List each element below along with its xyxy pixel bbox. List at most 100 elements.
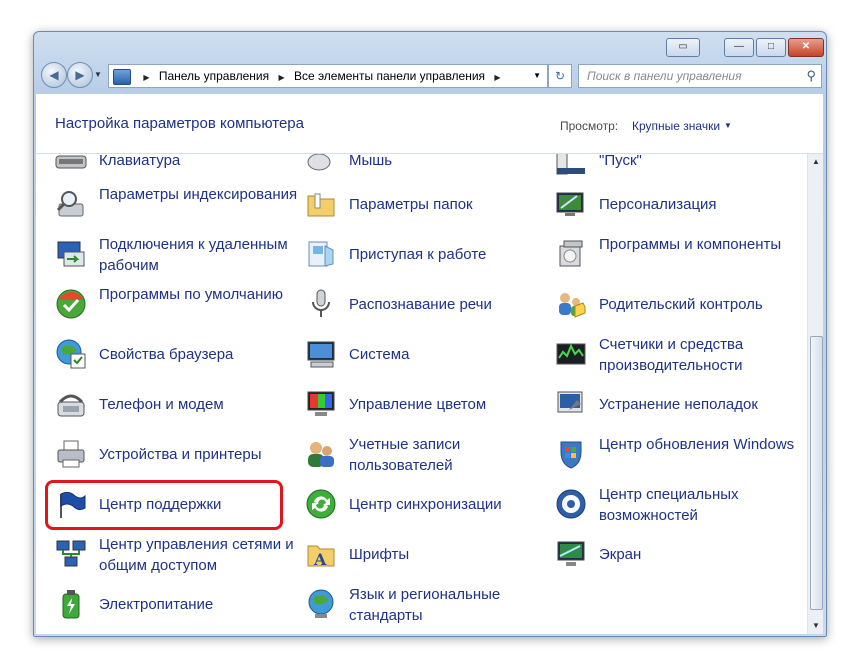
vertical-scrollbar[interactable]: ▲ ▼	[807, 154, 823, 634]
item-label: Персонализация	[599, 196, 717, 213]
system-icon	[307, 341, 335, 368]
internet-options-icon	[56, 339, 86, 369]
address-bar[interactable]: ▶ Панель управления ▶ Все элементы панел…	[108, 64, 548, 88]
programs-icon	[559, 240, 583, 267]
chevron-down-icon[interactable]: ▼	[724, 121, 732, 130]
page-title: Настройка параметров компьютера	[55, 115, 304, 132]
item-label: Счетчики и средства производительности	[599, 336, 744, 374]
item-getting-started[interactable]: Приступая к работе	[305, 232, 545, 278]
item-keyboard[interactable]: Клавиатура	[55, 154, 295, 184]
item-parental-controls[interactable]: Родительский контроль	[555, 282, 795, 328]
item-performance[interactable]: Счетчики и средства производительности	[555, 332, 795, 378]
item-label: Подключения к удаленным рабочим	[99, 236, 288, 274]
breadcrumb-all-items[interactable]: Все элементы панели управления	[294, 69, 485, 83]
item-programs-features[interactable]: Программы и компоненты	[555, 232, 795, 278]
item-sync-center[interactable]: Центр синхронизации	[305, 482, 545, 528]
folder-options-icon	[307, 193, 335, 217]
item-label: Клавиатура	[99, 154, 181, 169]
item-color-management[interactable]: Управление цветом	[305, 382, 545, 428]
item-label: Система	[349, 346, 410, 363]
item-windows-update[interactable]: Центр обновления Windows	[555, 432, 795, 478]
item-power-options[interactable]: Электропитание	[55, 582, 295, 628]
maximize-button[interactable]: □	[756, 38, 786, 57]
item-system[interactable]: Система	[305, 332, 545, 378]
view-mode-dropdown[interactable]: Крупные значки ▼	[632, 119, 732, 133]
recent-pages-dropdown[interactable]: ▼	[94, 70, 102, 79]
close-button[interactable]: ✕	[788, 38, 824, 57]
windows-update-icon	[560, 441, 582, 469]
highlight-annotation	[45, 480, 283, 530]
item-label: Устранение неполадок	[599, 396, 758, 413]
item-remote-desktop[interactable]: Подключения к удаленным рабочим	[55, 232, 295, 278]
view-mode-value[interactable]: Крупные значки	[632, 119, 720, 133]
item-default-programs[interactable]: Программы по умолчанию	[55, 282, 295, 328]
item-label: Родительский контроль	[599, 296, 763, 313]
item-label: Экран	[599, 546, 642, 563]
mouse-icon	[307, 154, 331, 171]
item-label: Параметры индексирования	[99, 186, 298, 203]
indexing-icon	[56, 191, 84, 217]
item-ease-of-access[interactable]: Центр специальных возможностей	[555, 482, 795, 528]
item-phone-modem[interactable]: Телефон и модем	[55, 382, 295, 428]
item-devices-printers[interactable]: Устройства и принтеры	[55, 432, 295, 478]
item-label: Центр синхронизации	[349, 496, 502, 513]
control-panel-window: ▭ — □ ✕ ◀ ▶ ▼ ▶ Панель управления ▶ Все …	[33, 31, 827, 637]
item-label: Центр обновления Windows	[599, 436, 795, 453]
item-speech-recognition[interactable]: Распознавание речи	[305, 282, 545, 328]
back-button[interactable]: ◀	[41, 62, 67, 88]
item-label: Параметры папок	[349, 196, 473, 213]
item-mouse[interactable]: Мышь	[305, 154, 545, 184]
breadcrumb-control-panel[interactable]: Панель управления	[159, 69, 269, 83]
user-accounts-icon	[308, 442, 334, 467]
item-folder-options[interactable]: Параметры папок	[305, 182, 545, 228]
performance-icon	[556, 343, 586, 365]
item-label: "Пуск"	[599, 154, 642, 169]
item-fonts[interactable]: A Шрифты	[305, 532, 545, 578]
scroll-thumb[interactable]	[810, 336, 823, 610]
control-panel-items: Клавиатура Мышь "Пуск" Параметры индекси…	[36, 154, 806, 634]
item-indexing-options[interactable]: Параметры индексирования	[55, 182, 297, 228]
scroll-down-button[interactable]: ▼	[808, 618, 823, 634]
item-troubleshooting[interactable]: Устранение неполадок	[555, 382, 795, 428]
personalization-icon	[556, 192, 584, 216]
region-language-icon	[308, 589, 334, 618]
minimize-button[interactable]: —	[724, 38, 754, 57]
item-network-center[interactable]: Центр управления сетями и общим доступом	[55, 532, 295, 578]
breadcrumb-separator[interactable]: ▶	[143, 73, 149, 82]
caption-extra-button[interactable]: ▭	[666, 38, 700, 57]
keyboard-icon	[55, 155, 87, 169]
breadcrumb-separator[interactable]: ▶	[494, 73, 500, 82]
breadcrumb-separator[interactable]: ▶	[278, 73, 284, 82]
item-display[interactable]: Экран	[555, 532, 795, 578]
default-programs-icon	[56, 289, 86, 319]
search-icon[interactable]: ⚲	[806, 65, 816, 87]
item-taskbar-start[interactable]: "Пуск"	[555, 154, 795, 184]
display-icon	[557, 541, 585, 566]
troubleshooting-icon	[557, 391, 583, 413]
forward-button[interactable]: ▶	[67, 62, 93, 88]
item-label: Свойства браузера	[99, 346, 234, 363]
microphone-icon	[312, 289, 330, 317]
item-user-accounts[interactable]: Учетные записи пользователей	[305, 432, 545, 478]
item-label: Центр управления сетями и общим доступом	[99, 536, 294, 574]
color-management-icon	[307, 391, 335, 416]
power-options-icon	[62, 590, 80, 619]
view-label: Просмотр:	[560, 119, 619, 133]
content-header: Настройка параметров компьютера Просмотр…	[36, 94, 823, 154]
item-personalization[interactable]: Персонализация	[555, 182, 795, 228]
item-label: Телефон и модем	[99, 396, 224, 413]
address-dropdown-icon[interactable]: ▼	[533, 65, 541, 87]
scroll-up-button[interactable]: ▲	[808, 154, 823, 170]
item-label: Приступая к работе	[349, 246, 487, 263]
item-region-language[interactable]: Язык и региональные стандарты	[305, 582, 545, 628]
control-panel-icon	[113, 69, 131, 85]
item-label: Электропитание	[99, 596, 214, 613]
item-label: Шрифты	[349, 546, 410, 563]
refresh-button[interactable]: ↻	[548, 64, 572, 88]
item-label: Программы по умолчанию	[99, 286, 283, 303]
fonts-icon: A	[307, 545, 335, 569]
item-label: Программы и компоненты	[599, 236, 782, 253]
printer-icon	[57, 440, 85, 468]
item-internet-options[interactable]: Свойства браузера	[55, 332, 295, 378]
search-input[interactable]: Поиск в панели управления ⚲	[578, 64, 822, 88]
